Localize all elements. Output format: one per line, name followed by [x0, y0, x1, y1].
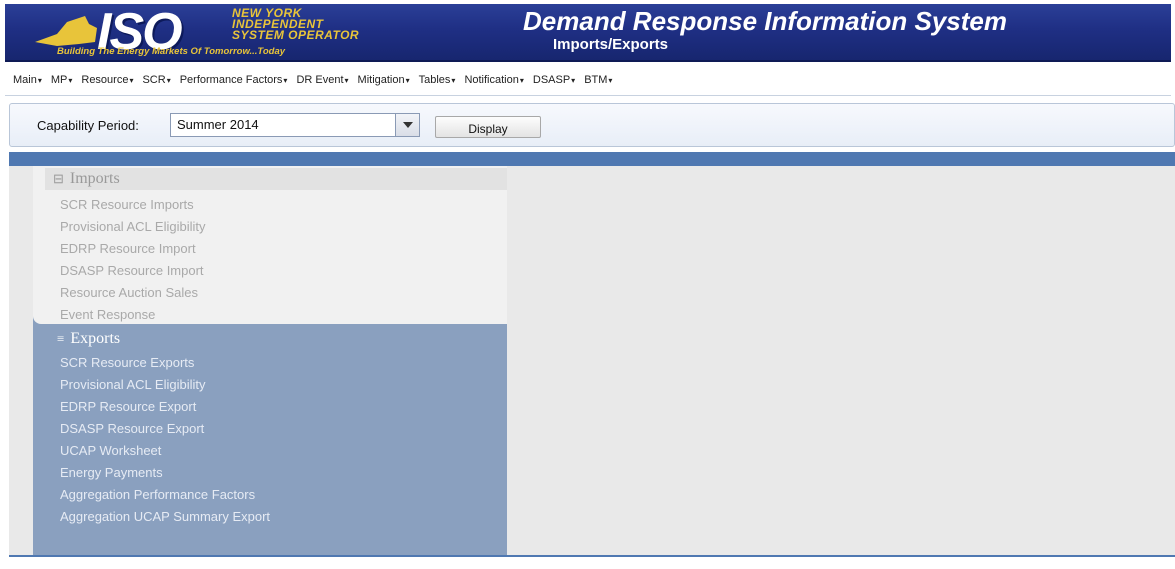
link-edrp-resource-import[interactable]: EDRP Resource Import	[60, 238, 205, 260]
menu-btm[interactable]: BTM▾	[584, 74, 612, 86]
capability-period-label: Capability Period:	[37, 118, 139, 133]
chevron-down-icon: ▾	[129, 75, 134, 85]
chevron-down-icon: ▾	[68, 75, 73, 85]
chevron-down-icon[interactable]	[395, 113, 420, 137]
link-provisional-acl-eligibility-export[interactable]: Provisional ACL Eligibility	[60, 374, 270, 396]
link-resource-auction-sales[interactable]: Resource Auction Sales	[60, 282, 205, 304]
link-aggregation-ucap-summary-export[interactable]: Aggregation UCAP Summary Export	[60, 506, 270, 528]
menu-dsasp[interactable]: DSASP▾	[533, 74, 575, 86]
chevron-down-icon: ▾	[519, 75, 524, 85]
menu-dr-event[interactable]: DR Event▾	[296, 74, 348, 86]
main-content: ⊟ Imports SCR Resource Imports Provision…	[9, 152, 1175, 557]
menu-mitigation[interactable]: Mitigation▾	[358, 74, 410, 86]
exports-list: SCR Resource Exports Provisional ACL Eli…	[60, 352, 270, 528]
collapse-icon: ⊟	[53, 171, 64, 186]
page-title: Imports/Exports	[553, 36, 669, 53]
logo-org-name: NEW YORK INDEPENDENT SYSTEM OPERATOR	[232, 7, 360, 42]
chevron-down-icon: ▾	[37, 75, 42, 85]
content-area: ⊟ Imports SCR Resource Imports Provision…	[9, 166, 1175, 555]
imports-section: ⊟ Imports SCR Resource Imports Provision…	[33, 166, 507, 324]
main-menu-bar: Main▾ MP▾ Resource▾ SCR▾ Performance Fac…	[5, 64, 1171, 96]
nyiso-logo: ISO NEW YORK INDEPENDENT SYSTEM OPERATOR…	[27, 6, 497, 62]
chevron-down-icon: ▾	[608, 75, 613, 85]
link-scr-resource-exports[interactable]: SCR Resource Exports	[60, 352, 270, 374]
collapse-icon: ≡	[57, 331, 65, 346]
link-scr-resource-imports[interactable]: SCR Resource Imports	[60, 194, 205, 216]
chevron-down-icon: ▾	[571, 75, 576, 85]
link-provisional-acl-eligibility-import[interactable]: Provisional ACL Eligibility	[60, 216, 205, 238]
capability-period-select[interactable]: Summer 2014	[170, 113, 420, 137]
menu-main[interactable]: Main▾	[13, 74, 42, 86]
exports-title: Exports	[70, 330, 121, 347]
app-header: ISO NEW YORK INDEPENDENT SYSTEM OPERATOR…	[5, 4, 1171, 62]
menu-notification[interactable]: Notification▾	[464, 74, 523, 86]
chevron-down-icon: ▾	[344, 75, 349, 85]
menu-mp[interactable]: MP▾	[51, 74, 73, 86]
link-aggregation-performance-factors[interactable]: Aggregation Performance Factors	[60, 484, 270, 506]
link-dsasp-resource-import[interactable]: DSASP Resource Import	[60, 260, 205, 282]
logo-tagline: Building The Energy Markets Of Tomorrow.…	[57, 46, 286, 57]
exports-header[interactable]: ≡ Exports	[57, 330, 120, 348]
chevron-down-icon: ▾	[451, 75, 456, 85]
chevron-down-icon: ▾	[166, 75, 171, 85]
imports-list: SCR Resource Imports Provisional ACL Eli…	[60, 194, 205, 326]
imports-title: Imports	[69, 170, 120, 187]
chevron-down-icon: ▾	[405, 75, 410, 85]
link-edrp-resource-export[interactable]: EDRP Resource Export	[60, 396, 270, 418]
imports-header[interactable]: ⊟ Imports	[45, 168, 507, 190]
menu-tables[interactable]: Tables▾	[419, 74, 456, 86]
chevron-down-icon: ▾	[283, 75, 288, 85]
menu-performance-factors[interactable]: Performance Factors▾	[180, 74, 288, 86]
link-ucap-worksheet[interactable]: UCAP Worksheet	[60, 440, 270, 462]
app-title: Demand Response Information System	[523, 6, 1007, 36]
menu-resource[interactable]: Resource▾	[81, 74, 133, 86]
link-event-response[interactable]: Event Response	[60, 304, 205, 326]
link-dsasp-resource-export[interactable]: DSASP Resource Export	[60, 418, 270, 440]
link-energy-payments[interactable]: Energy Payments	[60, 462, 270, 484]
display-button[interactable]: Display	[435, 116, 541, 138]
imports-exports-panel: ⊟ Imports SCR Resource Imports Provision…	[33, 166, 507, 555]
capability-period-bar: Capability Period: Summer 2014 Display	[9, 103, 1175, 147]
org-line-3: SYSTEM OPERATOR	[232, 28, 360, 42]
menu-scr[interactable]: SCR▾	[142, 74, 170, 86]
